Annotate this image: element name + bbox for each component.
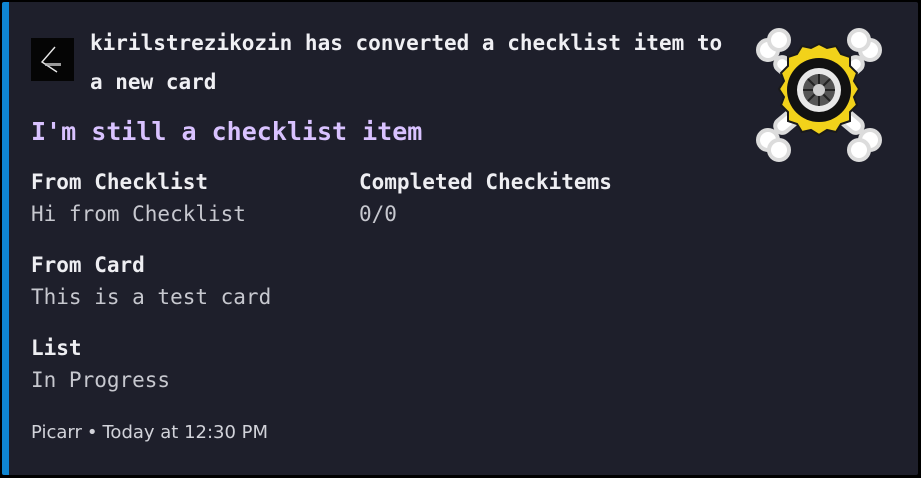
field-name: List	[31, 336, 82, 360]
footer-app-name: Picarr	[31, 422, 82, 443]
embed-footer: Picarr • Today at 12:30 PM	[31, 418, 268, 448]
footer-timestamp: Today at 12:30 PM	[102, 422, 269, 443]
window-frame: kirilstrezikozin has converted a checkli…	[0, 0, 921, 478]
avatar-logo-icon	[31, 38, 74, 81]
field-list: List In Progress	[31, 333, 170, 397]
footer-separator: •	[86, 422, 98, 443]
embed-author: kirilstrezikozin has converted a checkli…	[31, 24, 730, 102]
field-name: From Card	[31, 253, 145, 277]
field-from-card: From Card This is a test card	[31, 250, 271, 314]
field-from-checklist: From Checklist Hi from Checklist	[31, 167, 246, 231]
field-value: In Progress	[31, 368, 171, 392]
field-value: This is a test card	[31, 285, 272, 309]
field-name: Completed Checkitems	[359, 170, 612, 194]
field-value: Hi from Checklist	[31, 202, 246, 226]
gear-crossbones-logo-icon[interactable]	[750, 26, 888, 164]
author-text: kirilstrezikozin has converted a checkli…	[90, 31, 723, 94]
field-completed-checkitems: Completed Checkitems 0/0	[359, 167, 612, 231]
field-value: 0/0	[359, 202, 397, 226]
embed-title[interactable]: I'm still a checklist item	[31, 113, 422, 151]
author-avatar[interactable]	[31, 38, 74, 81]
embed-card: kirilstrezikozin has converted a checkli…	[2, 2, 918, 475]
field-name: From Checklist	[31, 170, 209, 194]
